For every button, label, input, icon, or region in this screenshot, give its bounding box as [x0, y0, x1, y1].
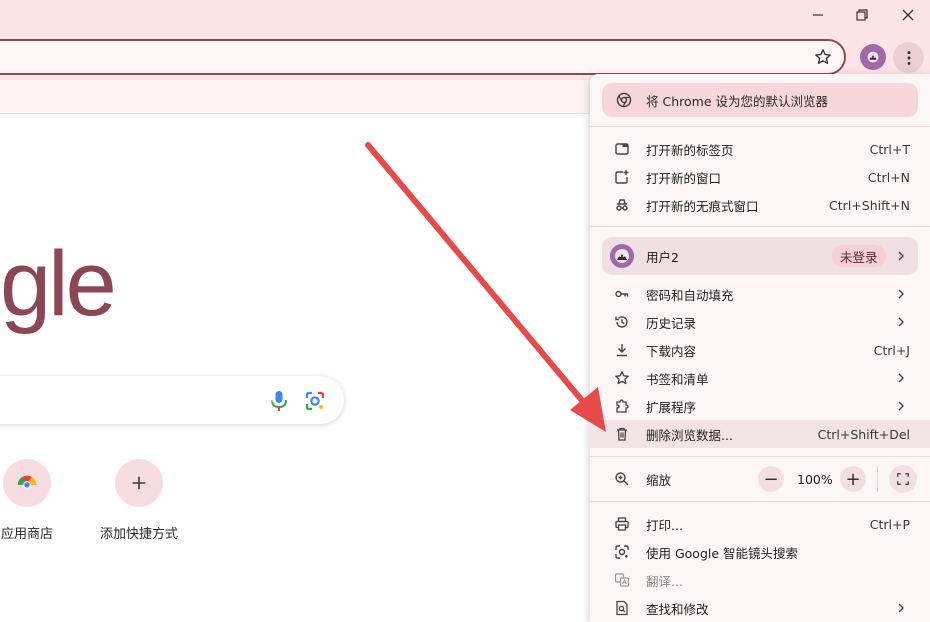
menu-item-print[interactable]: 打印... Ctrl+P [590, 510, 930, 538]
new-window-icon [614, 169, 630, 185]
menu-item-label: 翻译... [646, 573, 683, 589]
menu-item-google-lens[interactable]: 使用 Google 智能镜头搜索 [590, 538, 930, 566]
web-store-tile [3, 459, 51, 507]
menu-item-passwords[interactable]: 密码和自动填充 [590, 280, 930, 308]
chevron-right-icon [898, 401, 904, 411]
ntp-search-box[interactable] [0, 376, 344, 424]
zoom-icon [614, 471, 630, 487]
menu-item-label: 书签和清单 [646, 371, 709, 387]
google-logo: gle [0, 233, 117, 335]
microphone-icon[interactable] [268, 389, 290, 413]
menu-separator [590, 456, 930, 457]
menu-item-clear-browsing-data[interactable]: 删除浏览数据... Ctrl+Shift+Del [590, 420, 930, 448]
new-tab-icon [614, 141, 630, 157]
menu-item-new-window[interactable]: 打开新的窗口 Ctrl+N [590, 163, 930, 191]
more-vert-icon [907, 50, 910, 65]
menu-item-shortcut: Ctrl+T [869, 141, 910, 157]
shortcut-label: 添加快捷方式 [99, 527, 178, 542]
printer-icon [614, 516, 630, 532]
shortcut-web-store[interactable]: 应用商店 [0, 459, 72, 542]
menu-item-label: 历史记录 [646, 315, 697, 331]
chevron-right-icon [898, 317, 904, 327]
fullscreen-button[interactable] [889, 465, 917, 493]
zoom-level: 100% [797, 472, 833, 487]
fullscreen-icon [897, 473, 909, 485]
menu-item-label: 下载内容 [646, 343, 697, 359]
menu-item-label: 查找和修改 [646, 601, 709, 617]
add-shortcut-tile [115, 459, 163, 507]
find-page-icon [614, 600, 630, 616]
menu-separator [590, 501, 930, 502]
key-icon [614, 286, 630, 302]
menu-item-label: 删除浏览数据... [646, 427, 733, 443]
menu-item-shortcut: Ctrl+P [869, 516, 910, 532]
history-icon [614, 314, 630, 330]
trash-icon [614, 426, 630, 442]
chrome-web-store-icon [17, 475, 37, 489]
menu-item-incognito[interactable]: 打开新的无痕式窗口 Ctrl+Shift+N [590, 191, 930, 219]
shortcut-label: 应用商店 [0, 527, 53, 542]
chevron-right-icon [898, 289, 904, 299]
minimize-icon [813, 14, 823, 16]
avatar [610, 244, 634, 268]
puzzle-icon [614, 398, 630, 414]
menu-item-find-edit[interactable]: 查找和修改 [590, 594, 930, 622]
menu-item-label: 缩放 [646, 472, 672, 488]
chrome-menu: 将 Chrome 设为您的默认浏览器 打开新的标签页 Ctrl+T 打开新的窗口… [590, 74, 930, 622]
menu-separator [590, 126, 930, 127]
close-button[interactable] [885, 0, 930, 30]
bookmark-star-button[interactable] [810, 44, 836, 70]
menu-item-shortcut: Ctrl+Shift+Del [817, 426, 910, 442]
signin-status-badge: 未登录 [832, 245, 886, 267]
menu-item-label: 打开新的标签页 [646, 142, 734, 158]
avatar-icon [615, 249, 629, 263]
incognito-icon [614, 197, 630, 213]
download-icon [614, 342, 630, 358]
address-bar[interactable] [0, 39, 846, 75]
profile-avatar-button[interactable] [860, 44, 886, 70]
lens-icon [614, 544, 630, 560]
zoom-divider [877, 466, 878, 492]
menu-item-shortcut: Ctrl+N [867, 169, 910, 185]
menu-item-shortcut: Ctrl+Shift+N [829, 197, 910, 213]
profile-name: 用户2 [646, 249, 679, 265]
plus-icon [132, 476, 146, 490]
menu-item-extensions[interactable]: 扩展程序 [590, 392, 930, 420]
close-icon [902, 9, 914, 21]
star-icon [614, 370, 630, 386]
menu-item-translate[interactable]: 翻译... [590, 566, 930, 594]
zoom-out-button[interactable]: − [758, 466, 784, 492]
menu-item-label: 密码和自动填充 [646, 287, 734, 303]
menu-item-shortcut: Ctrl+J [873, 342, 910, 358]
menu-item-new-tab[interactable]: 打开新的标签页 Ctrl+T [590, 135, 930, 163]
chevron-right-icon [898, 603, 904, 613]
translate-icon [614, 572, 630, 588]
star-icon [815, 49, 831, 64]
menu-item-label: 打印... [646, 517, 683, 533]
minimize-button[interactable] [795, 0, 841, 30]
set-default-browser-banner[interactable]: 将 Chrome 设为您的默认浏览器 [602, 83, 918, 117]
menu-item-label: 打开新的无痕式窗口 [646, 198, 759, 214]
chrome-icon [616, 92, 632, 108]
menu-separator [590, 226, 930, 227]
menu-item-downloads[interactable]: 下载内容 Ctrl+J [590, 336, 930, 364]
menu-item-bookmarks[interactable]: 书签和清单 [590, 364, 930, 392]
restore-button[interactable] [839, 0, 885, 30]
title-bar [0, 0, 930, 34]
default-banner-label: 将 Chrome 设为您的默认浏览器 [646, 93, 828, 109]
google-lens-icon[interactable] [304, 390, 326, 412]
menu-item-label: 打开新的窗口 [646, 170, 722, 186]
menu-item-label: 使用 Google 智能镜头搜索 [646, 545, 799, 561]
restore-icon [856, 9, 868, 21]
shortcut-add[interactable]: 添加快捷方式 [94, 459, 184, 542]
zoom-in-button[interactable]: + [840, 466, 866, 492]
chrome-menu-button[interactable] [893, 42, 924, 73]
chevron-right-icon [898, 251, 904, 261]
avatar-icon [867, 51, 879, 63]
menu-item-profile[interactable]: 用户2 未登录 [602, 237, 918, 275]
menu-item-history[interactable]: 历史记录 [590, 308, 930, 336]
chevron-right-icon [898, 373, 904, 383]
menu-item-label: 扩展程序 [646, 399, 697, 415]
